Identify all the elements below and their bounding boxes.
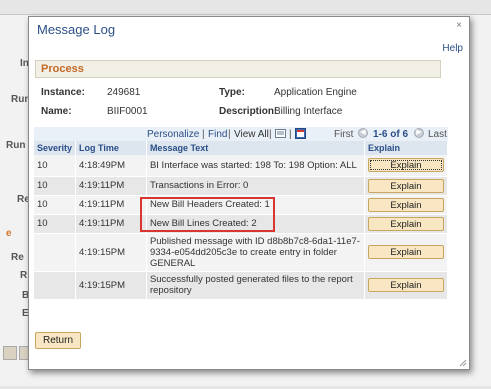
process-section-header: Process [35, 60, 441, 78]
download-excel-icon[interactable] [295, 128, 306, 139]
bg-label: Run [6, 140, 26, 151]
dialog-title: Message Log [37, 22, 116, 37]
nav-separator: | [228, 129, 231, 140]
table-row: 10 4:19:11PM New Bill Lines Created: 2 E… [34, 214, 449, 234]
grid-navigation-bar: Personalize | Find | View All | | First … [34, 127, 448, 141]
message-cell: New Bill Lines Created: 2 [146, 214, 365, 234]
bg-label: R [20, 270, 28, 281]
nav-separator: | [269, 129, 272, 140]
log-time-cell: 4:19:15PM [75, 233, 147, 272]
log-time-cell: 4:19:11PM [75, 195, 147, 215]
personalize-link[interactable]: Personalize [147, 129, 199, 140]
previous-row-icon[interactable]: ◀ [358, 128, 368, 138]
log-time-cell: 4:19:15PM [75, 271, 147, 300]
severity-cell: 10 [34, 214, 77, 234]
bg-button [3, 346, 17, 360]
severity-cell: 10 [34, 176, 77, 196]
explain-button[interactable]: Explain [367, 178, 444, 193]
close-icon[interactable]: × [454, 21, 464, 31]
instance-label: Instance: [41, 87, 85, 98]
table-row: 4:19:15PM Successfully posted generated … [34, 271, 449, 300]
next-row-icon[interactable]: ▶ [414, 128, 424, 138]
bg-label: Re [11, 252, 24, 263]
column-header-explain: Explain [364, 141, 449, 155]
explain-button[interactable]: Explain [367, 278, 444, 292]
type-value: Application Engine [274, 87, 357, 98]
log-time-cell: 4:18:49PM [75, 155, 147, 177]
column-header-message-text[interactable]: Message Text [146, 141, 365, 155]
row-range: 1-6 of 6 [373, 129, 409, 140]
bg-label: e [6, 228, 12, 239]
return-button[interactable]: Return [35, 332, 81, 349]
table-row: 10 4:18:49PM BI Interface was started: 1… [34, 155, 449, 177]
message-cell: Transactions in Error: 0 [146, 176, 365, 196]
type-label: Type: [219, 87, 245, 98]
resize-grip-icon[interactable] [459, 359, 467, 367]
severity-cell [34, 271, 77, 300]
message-cell: BI Interface was started: 198 To: 198 Op… [146, 155, 365, 177]
last-link[interactable]: Last [428, 129, 447, 140]
explain-button[interactable]: Explain [367, 245, 444, 259]
log-time-cell: 4:19:11PM [75, 176, 147, 196]
severity-cell: 10 [34, 195, 77, 215]
message-log-grid: Severity Log Time Message Text Explain 1… [34, 141, 449, 300]
view-all-link[interactable]: View All [234, 129, 269, 140]
find-link[interactable]: Find [208, 129, 227, 140]
first-link[interactable]: First [334, 129, 353, 140]
name-value: BIIF0001 [107, 106, 148, 117]
nav-separator: | [202, 129, 205, 140]
description-label: Description: [219, 106, 278, 117]
zoom-grid-icon[interactable] [275, 128, 286, 139]
message-cell: Successfully posted generated files to t… [146, 271, 365, 300]
explain-button[interactable]: Explain [367, 158, 444, 173]
severity-cell [34, 233, 77, 272]
message-cell: New Bill Headers Created: 1 [146, 195, 365, 215]
name-label: Name: [41, 106, 72, 117]
message-log-dialog: Message Log × Help Process Instance: 249… [28, 16, 470, 370]
log-time-cell: 4:19:11PM [75, 214, 147, 234]
table-row: 10 4:19:11PM New Bill Headers Created: 1… [34, 195, 449, 215]
description-value: Billing Interface [274, 106, 343, 117]
message-cell: Published message with ID d8b8b7c8-6da1-… [146, 233, 365, 272]
severity-cell: 10 [34, 155, 77, 177]
table-row: 10 4:19:11PM Transactions in Error: 0 Ex… [34, 176, 449, 196]
explain-button[interactable]: Explain [367, 197, 444, 212]
instance-value: 249681 [107, 87, 141, 98]
explain-button[interactable]: Explain [367, 216, 444, 231]
column-header-log-time[interactable]: Log Time [75, 141, 147, 155]
table-row: 4:19:15PM Published message with ID d8b8… [34, 233, 449, 272]
column-header-severity[interactable]: Severity [34, 141, 77, 155]
help-link[interactable]: Help [442, 43, 463, 54]
